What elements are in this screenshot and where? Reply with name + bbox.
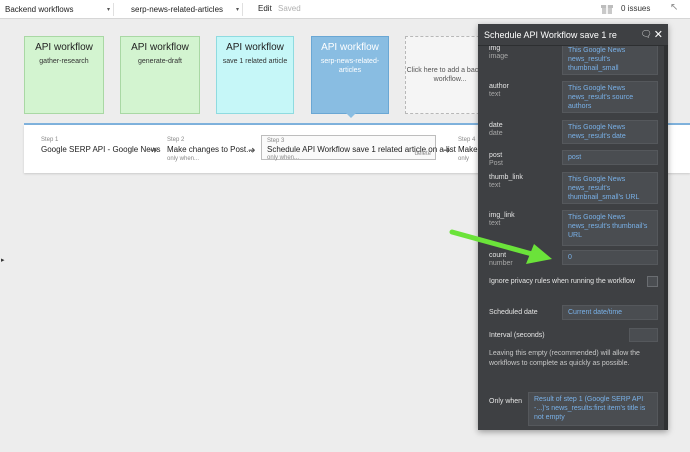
param-field-thumb-link[interactable]: This Google News news_result's thumbnail… — [562, 172, 658, 204]
page-select-label: Backend workflows — [5, 5, 74, 14]
param-label-date: date date — [489, 122, 503, 137]
panel-header[interactable]: Schedule API Workflow save 1 re 🗨 ✕ — [478, 24, 668, 46]
only-when-link[interactable]: only — [458, 156, 478, 162]
step-4[interactable]: Step 4 Make only — [458, 137, 478, 162]
param-label-post: post Post — [489, 152, 504, 167]
workflow-select[interactable]: serp-news-related-articles ▾ — [128, 3, 243, 16]
chevron-down-icon: ▾ — [235, 7, 239, 13]
expand-handle-icon[interactable]: ▸ — [1, 256, 5, 264]
step-number: Step 1 — [41, 137, 59, 143]
step-number: Step 4 — [458, 137, 476, 143]
only-when-link[interactable]: only when... — [267, 155, 430, 161]
only-when-label: Only when — [489, 398, 523, 405]
delete-step-link[interactable]: delete — [415, 151, 431, 157]
top-bar: Backend workflows ▾ serp-news-related-ar… — [0, 0, 690, 19]
interval-input[interactable] — [629, 328, 658, 342]
saved-status: Saved — [278, 4, 301, 13]
step-label: Make changes to Post... — [167, 145, 253, 154]
workflow-card-gather-research[interactable]: API workflow gather-research — [24, 36, 104, 114]
gift-icon[interactable] — [601, 2, 613, 15]
param-type: image — [489, 53, 509, 60]
param-type: date — [489, 130, 503, 137]
param-label-thumb-link: thumb_link text — [489, 174, 523, 189]
param-field-author[interactable]: This Google News news_result's source au… — [562, 81, 658, 113]
chevron-down-icon: ▾ — [106, 7, 110, 13]
scheduled-date-field[interactable]: Current date/time — [562, 305, 658, 320]
param-label-img: img image — [489, 46, 509, 60]
param-type: text — [489, 182, 501, 189]
arrow-right-icon: ➜ — [443, 145, 451, 155]
workflow-card-save-related-article[interactable]: API workflow save 1 related article — [216, 36, 294, 114]
param-type: Post — [489, 160, 504, 167]
card-title: API workflow — [321, 42, 379, 53]
ignore-privacy-label: Ignore privacy rules when running the wo… — [489, 278, 635, 285]
card-title: API workflow — [131, 42, 189, 53]
step-number: Step 3 — [267, 138, 285, 144]
param-field-img[interactable]: This Google News news_result's thumbnail… — [562, 46, 658, 75]
issues-counter[interactable]: 0 issues — [621, 4, 650, 13]
card-subtitle: save 1 related article — [222, 58, 288, 65]
param-field-count[interactable]: 0 — [562, 250, 658, 265]
workflow-select-label: serp-news-related-articles — [131, 5, 224, 14]
param-field-post[interactable]: post — [562, 150, 658, 165]
annotation-arrow-icon — [449, 229, 552, 264]
card-subtitle: serp-news-related-articles — [320, 58, 380, 74]
scheduled-date-label: Scheduled date — [489, 309, 538, 316]
param-field-img-link[interactable]: This Google News news_result's thumbnail… — [562, 210, 658, 246]
card-subtitle: generate-draft — [138, 58, 182, 65]
only-when-condition[interactable]: Result of step 1 (Google SERP API -...)'… — [528, 392, 658, 426]
card-subtitle: gather-research — [39, 58, 89, 65]
panel-title: Schedule API Workflow save 1 re — [484, 29, 617, 40]
arrow-right-icon: ➜ — [248, 145, 256, 155]
step-label: Make — [458, 145, 478, 154]
step-number: Step 2 — [167, 137, 185, 143]
close-icon[interactable]: ✕ — [654, 28, 663, 41]
param-label-author: author text — [489, 83, 509, 98]
step-label: Google SERP API - Google News — [41, 145, 161, 154]
ignore-privacy-checkbox[interactable] — [647, 276, 658, 287]
step-2[interactable]: Step 2 Make changes to Post... only when… — [167, 137, 253, 162]
step-3[interactable]: Step 3 Schedule API Workflow save 1 rela… — [261, 135, 456, 161]
only-when-link[interactable]: only when... — [167, 156, 253, 162]
arrow-cursor-icon[interactable]: ↖ — [670, 2, 678, 13]
panel-scrollbar[interactable] — [664, 46, 668, 430]
param-field-date[interactable]: This Google News news_result's date — [562, 120, 658, 144]
card-title: API workflow — [226, 42, 284, 53]
interval-label: Interval (seconds) — [489, 332, 545, 339]
workflow-card-generate-draft[interactable]: API workflow generate-draft — [120, 36, 200, 114]
interval-note: Leaving this empty (recommended) will al… — [489, 350, 640, 367]
edit-menu[interactable]: Edit — [258, 4, 272, 13]
step-1[interactable]: Step 1 Google SERP API - Google News — [41, 137, 160, 154]
page-select[interactable]: Backend workflows ▾ — [2, 3, 114, 16]
step-label: Schedule API Workflow save 1 related art… — [267, 145, 456, 154]
param-type: text — [489, 91, 501, 98]
workflow-card-serp-news-selected[interactable]: API workflow serp-news-related-articles — [311, 36, 389, 118]
selected-caret — [346, 113, 356, 118]
arrow-right-icon: ➜ — [150, 145, 158, 155]
card-title: API workflow — [35, 42, 93, 53]
comment-icon[interactable]: 🗨 — [641, 29, 652, 40]
